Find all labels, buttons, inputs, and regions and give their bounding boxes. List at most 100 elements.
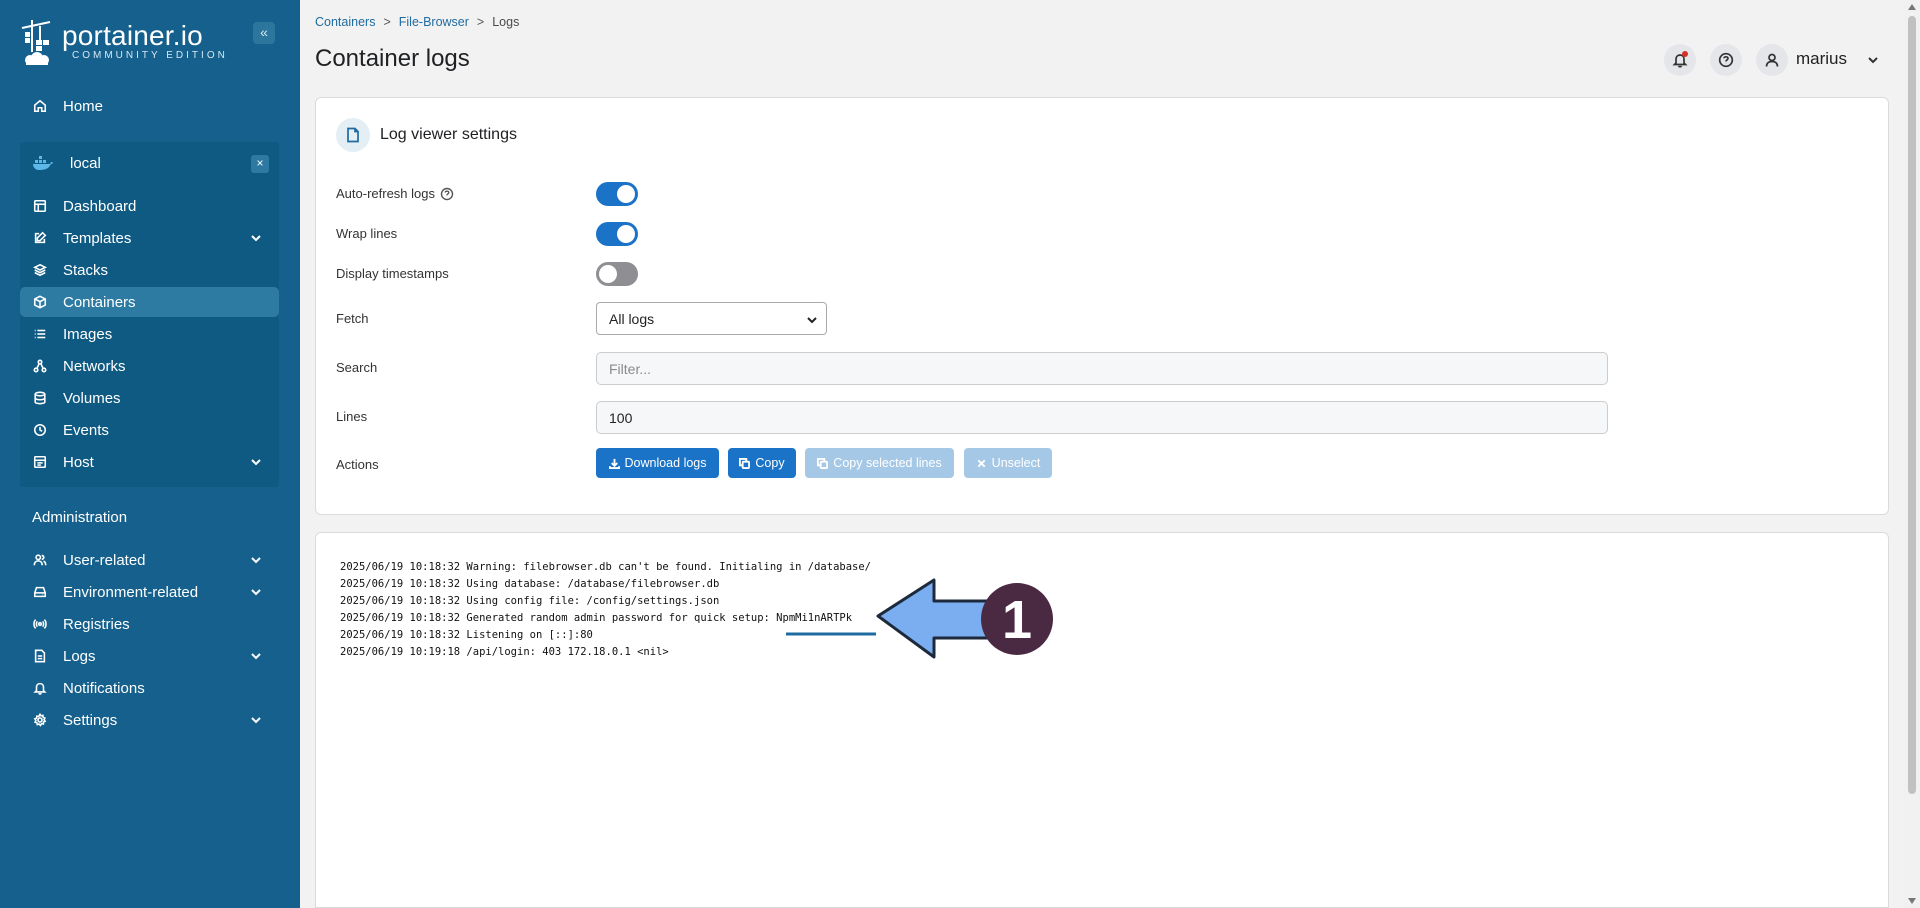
sidebar-item-label: Dashboard [63, 197, 137, 215]
chevron-down-icon[interactable] [249, 713, 263, 727]
sidebar-item-stacks[interactable]: Stacks [20, 255, 279, 285]
fetch-select-value: All logs [609, 311, 655, 327]
breadcrumb-containers[interactable]: Containers [315, 15, 375, 29]
copy-icon [739, 457, 751, 469]
user-avatar[interactable] [1756, 44, 1788, 76]
sidebar-item-notifications[interactable]: Notifications [20, 673, 279, 703]
sidebar-item-label: Host [63, 453, 94, 471]
environment-name: local [70, 154, 101, 172]
chevron-down-icon[interactable] [249, 231, 263, 245]
breadcrumb-current: Logs [492, 15, 520, 29]
search-label: Search [336, 360, 378, 375]
sidebar-item-settings[interactable]: Settings [20, 705, 279, 735]
auto-refresh-toggle[interactable] [596, 182, 638, 206]
sidebar-item-user-related[interactable]: User-related [20, 545, 279, 575]
file-icon [336, 118, 370, 152]
copy-selected-label: Copy selected lines [833, 456, 942, 470]
sidebar-item-home[interactable]: Home [20, 91, 279, 121]
docker-icon [33, 156, 53, 170]
sidebar-item-logs[interactable]: Logs [20, 641, 279, 671]
unselect-button[interactable]: Unselect [964, 448, 1052, 478]
chevron-down-icon[interactable] [249, 455, 263, 469]
scrollbar-thumb[interactable] [1908, 16, 1916, 794]
sidebar-item-label: Networks [63, 357, 126, 375]
sidebar-item-host[interactable]: Host [20, 447, 279, 477]
collapse-sidebar-button[interactable]: « [253, 22, 275, 44]
sidebar-item-registries[interactable]: Registries [20, 609, 279, 639]
sidebar-item-label: Events [63, 421, 109, 439]
fetch-label: Fetch [336, 311, 369, 326]
administration-heading: Administration [32, 509, 128, 526]
download-icon [608, 458, 620, 469]
users-icon [32, 552, 48, 568]
list-icon [32, 326, 48, 342]
brand-subtitle: COMMUNITY EDITION [72, 50, 228, 61]
sidebar-item-templates[interactable]: Templates [20, 223, 279, 253]
copy-button[interactable]: Copy [728, 448, 796, 478]
log-line[interactable]: 2025/06/19 10:18:32 Listening on [::]:80 [340, 627, 871, 644]
lines-input[interactable]: 100 [596, 401, 1608, 434]
toggle-knob [617, 225, 635, 243]
portainer-logo-icon [21, 20, 51, 65]
display-timestamps-label: Display timestamps [336, 266, 449, 281]
sidebar-item-label: User-related [63, 551, 146, 569]
sidebar-item-containers[interactable]: Containers [20, 287, 279, 317]
chevron-down-icon[interactable] [249, 585, 263, 599]
environment-header[interactable]: local × [20, 148, 279, 178]
notifications-button[interactable] [1664, 44, 1696, 76]
toggle-knob [599, 265, 617, 283]
breadcrumb-file-browser[interactable]: File-Browser [399, 15, 469, 29]
sidebar-item-label: Logs [63, 647, 96, 665]
copy-label: Copy [755, 456, 785, 470]
drive-icon [32, 584, 48, 600]
copy-icon [817, 457, 829, 469]
sidebar-item-label: Home [63, 97, 104, 115]
log-line[interactable]: 2025/06/19 10:18:32 Generated random adm… [340, 610, 871, 627]
sidebar-item-events[interactable]: Events [20, 415, 279, 445]
user-menu-chevron-icon[interactable] [1866, 53, 1880, 67]
sidebar-item-images[interactable]: Images [20, 319, 279, 349]
user-name[interactable]: marius [1796, 49, 1847, 69]
sidebar-item-dashboard[interactable]: Dashboard [20, 191, 279, 221]
file-icon [32, 648, 48, 664]
help-icon[interactable] [440, 187, 454, 201]
breadcrumb-separator: > [383, 15, 391, 29]
display-timestamps-toggle[interactable] [596, 262, 638, 286]
chevron-down-icon[interactable] [249, 553, 263, 567]
card-title: Log viewer settings [380, 126, 517, 143]
page-scrollbar[interactable] [1904, 0, 1920, 908]
sidebar-item-volumes[interactable]: Volumes [20, 383, 279, 413]
copy-selected-lines-button[interactable]: Copy selected lines [805, 448, 954, 478]
download-logs-button[interactable]: Download logs [596, 448, 719, 478]
portainer-logo[interactable]: portainer.io COMMUNITY EDITION [20, 18, 228, 66]
log-output-panel[interactable]: 2025/06/19 10:18:32 Warning: filebrowser… [315, 532, 1889, 908]
page-title: Container logs [315, 45, 470, 72]
fetch-select[interactable]: All logs [596, 302, 827, 335]
clock-icon [32, 422, 48, 438]
close-environment-button[interactable]: × [251, 155, 269, 173]
auto-refresh-label: Auto-refresh logs [336, 186, 454, 201]
close-icon [977, 459, 986, 467]
sidebar: portainer.io COMMUNITY EDITION « Home lo… [0, 0, 300, 908]
unselect-label: Unselect [991, 456, 1041, 470]
sidebar-item-label: Containers [63, 293, 136, 311]
radio-icon [32, 616, 48, 632]
help-button[interactable] [1710, 44, 1742, 76]
search-input[interactable]: Filter... [596, 352, 1608, 385]
log-line[interactable]: 2025/06/19 10:18:32 Using database: /dat… [340, 576, 871, 593]
log-line[interactable]: 2025/06/19 10:18:32 Warning: filebrowser… [340, 559, 871, 576]
wrap-lines-label: Wrap lines [336, 226, 398, 241]
sidebar-item-label: Registries [63, 615, 130, 633]
scroll-up-arrow-icon[interactable] [1908, 4, 1916, 10]
log-line[interactable]: 2025/06/19 10:19:18 /api/login: 403 172.… [340, 644, 871, 661]
log-lines[interactable]: 2025/06/19 10:18:32 Warning: filebrowser… [340, 559, 871, 661]
gear-icon [32, 712, 48, 728]
sidebar-item-networks[interactable]: Networks [20, 351, 279, 381]
log-line[interactable]: 2025/06/19 10:18:32 Using config file: /… [340, 593, 871, 610]
download-logs-label: Download logs [624, 456, 707, 470]
wrap-lines-toggle[interactable] [596, 222, 638, 246]
scroll-down-arrow-icon[interactable] [1908, 898, 1916, 904]
edit-icon [32, 230, 48, 246]
sidebar-item-environment-related[interactable]: Environment-related [20, 577, 279, 607]
chevron-down-icon[interactable] [249, 649, 263, 663]
